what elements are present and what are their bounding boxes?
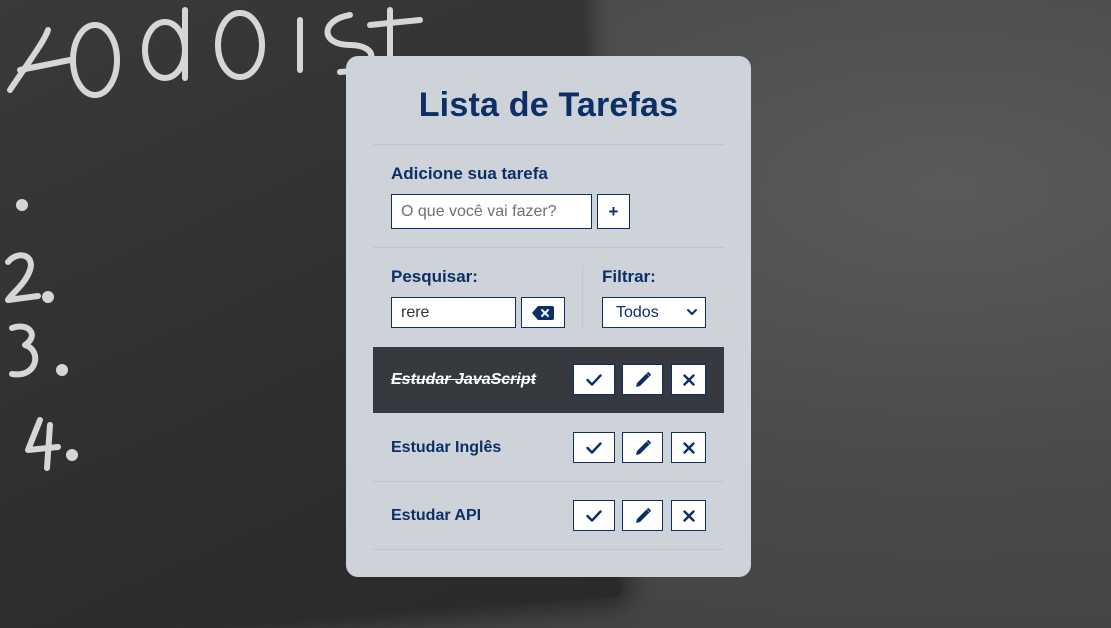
todo-text: Estudar Inglês — [391, 439, 502, 456]
search-input[interactable] — [391, 297, 516, 328]
check-icon — [586, 441, 602, 454]
complete-button[interactable] — [573, 364, 615, 395]
close-icon — [682, 373, 695, 386]
pencil-icon — [635, 507, 651, 523]
vertical-divider — [582, 266, 583, 328]
add-task-input[interactable] — [391, 194, 592, 229]
close-icon — [682, 441, 695, 454]
backspace-icon — [532, 305, 554, 320]
filter-selected-value: Todos — [616, 303, 659, 321]
todo-item: Estudar JavaScript — [373, 347, 724, 413]
check-icon — [586, 373, 602, 386]
search-label: Pesquisar: — [391, 267, 478, 286]
edit-button[interactable] — [622, 364, 663, 395]
plus-icon: + — [608, 201, 619, 221]
todo-item: Estudar Inglês — [373, 415, 724, 481]
complete-button[interactable] — [573, 432, 615, 463]
divider — [373, 247, 724, 248]
divider — [373, 144, 724, 145]
delete-button[interactable] — [671, 364, 706, 395]
filter-label: Filtrar: — [602, 267, 656, 286]
filter-select[interactable]: Todos — [602, 297, 706, 328]
page-title: Lista de Tarefas — [418, 86, 679, 124]
todo-text: Estudar API — [391, 507, 482, 524]
pencil-icon — [635, 371, 651, 387]
add-task-label: Adicione sua tarefa — [391, 164, 548, 183]
todo-text: Estudar JavaScript — [391, 371, 536, 388]
complete-button[interactable] — [573, 500, 615, 531]
check-icon — [586, 509, 602, 522]
add-task-button[interactable]: + — [597, 194, 630, 229]
clear-search-button[interactable] — [521, 297, 565, 328]
edit-button[interactable] — [622, 432, 663, 463]
pencil-icon — [635, 439, 651, 455]
todo-card: Lista de Tarefas Adicione sua tarefa + P… — [346, 56, 751, 577]
divider — [373, 481, 724, 482]
close-icon — [682, 509, 695, 522]
delete-button[interactable] — [671, 500, 706, 531]
edit-button[interactable] — [622, 500, 663, 531]
todo-item: Estudar API — [373, 483, 724, 549]
delete-button[interactable] — [671, 432, 706, 463]
chevron-down-icon — [687, 309, 697, 315]
divider — [373, 549, 724, 550]
